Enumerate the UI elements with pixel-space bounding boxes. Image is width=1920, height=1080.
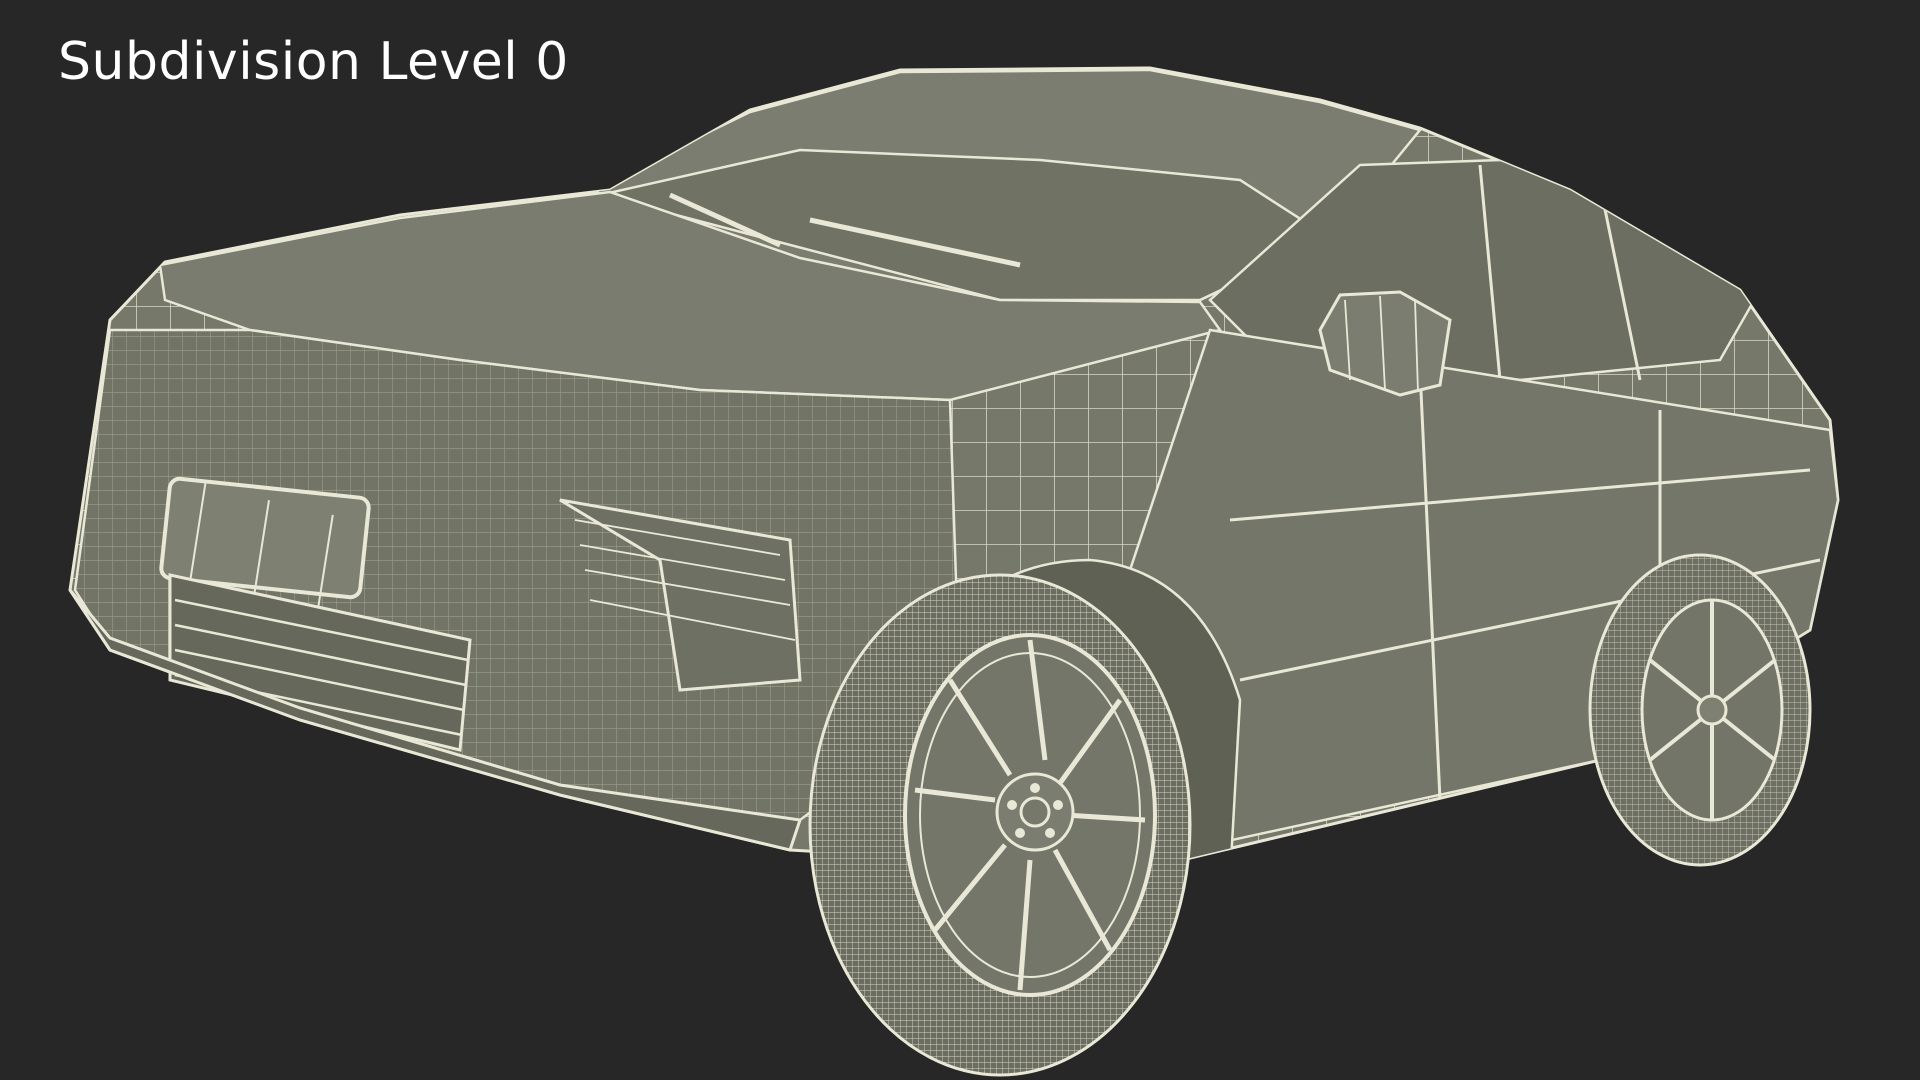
rear-wheel <box>1588 553 1812 867</box>
front-wheel <box>808 573 1192 1077</box>
car-wireframe-render <box>68 66 1840 1077</box>
subdivision-level-label: Subdivision Level 0 <box>58 32 569 92</box>
render-viewport: Subdivision Level 0 <box>0 0 1920 1080</box>
